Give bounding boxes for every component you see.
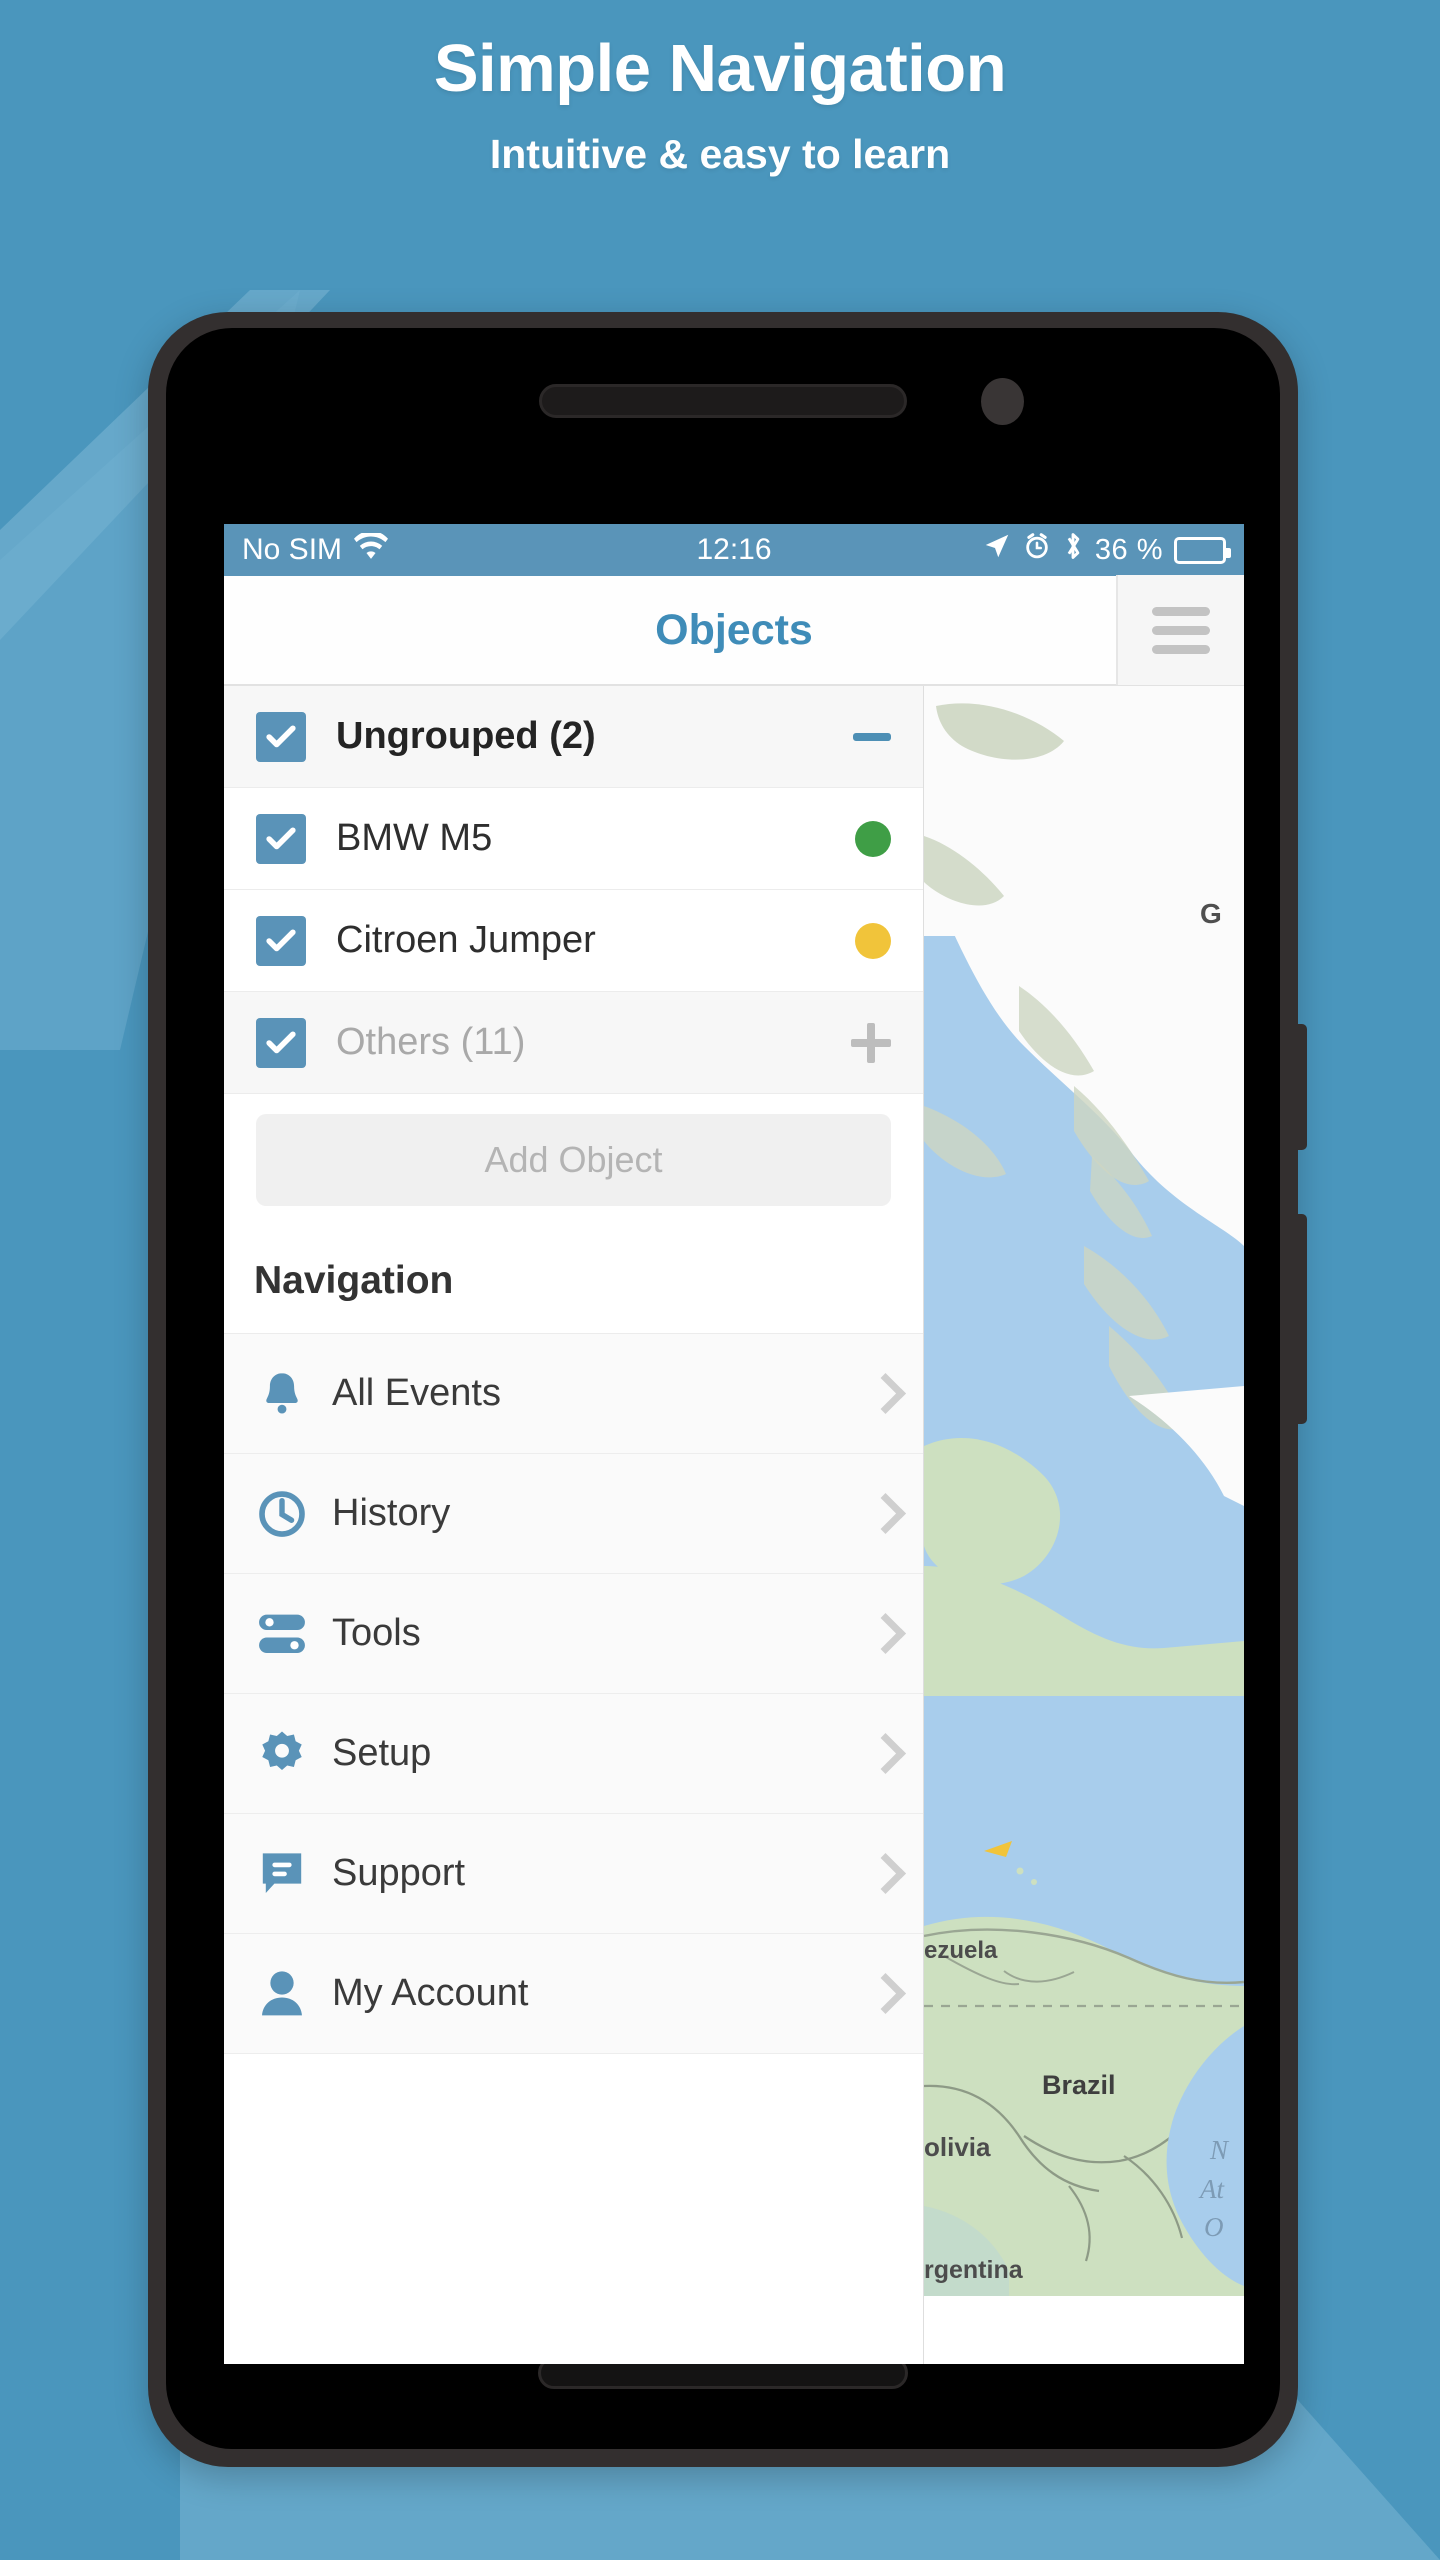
- map-bottom-filler: [924, 2296, 1244, 2364]
- object-label: BMW M5: [336, 817, 493, 859]
- chevron-right-icon: [871, 1735, 893, 1773]
- object-row-group-others[interactable]: Others (11): [224, 992, 923, 1094]
- object-row[interactable]: Citroen Jumper: [224, 890, 923, 992]
- bluetooth-icon: [1062, 531, 1084, 569]
- nav-item-label: All Events: [332, 1372, 501, 1414]
- map-label-venezuela: ezuela: [924, 1937, 998, 1964]
- nav-item-label: Support: [332, 1852, 466, 1894]
- add-object-button[interactable]: Add Object: [256, 1114, 891, 1206]
- volume-button[interactable]: [1296, 1214, 1307, 1424]
- location-arrow-icon: [982, 531, 1012, 569]
- nav-item-tools[interactable]: Tools: [224, 1574, 923, 1694]
- map-label-ocean-1: N: [1209, 2135, 1230, 2165]
- bell-icon: [254, 1366, 310, 1422]
- map-view[interactable]: G N At O ezuela Brazil olivia rgentina: [924, 686, 1244, 2296]
- map-label-argentina: rgentina: [924, 2256, 1024, 2284]
- status-dot-yellow: [855, 922, 891, 959]
- map-label-ocean-2: At: [1198, 2174, 1225, 2204]
- phone-mockup: 12:16 No SIM 36 % Objects G N At O ezuel…: [148, 312, 1307, 2467]
- map-label-bolivia: olivia: [924, 2132, 991, 2162]
- object-label: Ungrouped (2): [336, 715, 596, 757]
- nav-item-label: Setup: [332, 1732, 432, 1774]
- sliders-icon: [254, 1606, 310, 1662]
- map-label-brazil: Brazil: [1042, 2070, 1116, 2100]
- clock-icon: [254, 1486, 310, 1542]
- chevron-right-icon: [871, 1975, 893, 2013]
- nav-item-label: History: [332, 1492, 451, 1534]
- objects-panel: Ungrouped (2) BMW M5 Citroen Jumper Othe…: [224, 686, 924, 2364]
- nav-item-support[interactable]: Support: [224, 1814, 923, 1934]
- chevron-right-icon: [871, 1495, 893, 1533]
- power-button[interactable]: [1296, 1024, 1307, 1150]
- checkbox-checked-icon[interactable]: [256, 813, 306, 864]
- nav-item-label: Tools: [332, 1612, 421, 1654]
- object-label: Citroen Jumper: [336, 919, 596, 961]
- navigation-section-title: Navigation: [224, 1228, 923, 1334]
- promo-title: Simple Navigation: [433, 31, 1007, 106]
- map-label-greenland: G: [1200, 898, 1222, 929]
- nav-item-history[interactable]: History: [224, 1454, 923, 1574]
- map-label-ocean-3: O: [1204, 2212, 1224, 2242]
- checkbox-checked-icon[interactable]: [256, 915, 306, 966]
- checkbox-checked-icon[interactable]: [256, 1017, 306, 1068]
- battery-icon: [1174, 536, 1231, 564]
- nav-item-label: My Account: [332, 1972, 529, 2014]
- status-dot-green: [855, 820, 891, 857]
- person-icon: [254, 1966, 310, 2022]
- nav-item-all-events[interactable]: All Events: [224, 1334, 923, 1454]
- battery-percent-label: 36 %: [1094, 533, 1163, 566]
- collapse-minus-icon[interactable]: [853, 732, 891, 741]
- checkbox-checked-icon[interactable]: [256, 711, 306, 762]
- object-row[interactable]: BMW M5: [224, 788, 923, 890]
- object-row-group[interactable]: Ungrouped (2): [224, 686, 923, 788]
- app-screen: 12:16 No SIM 36 % Objects G N At O ezuel…: [224, 524, 1244, 2364]
- promo-subtitle: Intuitive & easy to learn: [489, 131, 951, 177]
- chat-icon: [254, 1846, 310, 1902]
- phone-screen-bezel: 12:16 No SIM 36 % Objects G N At O ezuel…: [166, 328, 1280, 2449]
- gear-icon: [254, 1726, 310, 1782]
- hamburger-menu-icon[interactable]: [1116, 575, 1244, 685]
- device-screen: 12:16 No SIM 36 % Objects G N At O ezuel…: [224, 328, 1244, 2373]
- app-bar: Objects: [224, 575, 1244, 686]
- alarm-clock-icon: [1023, 532, 1051, 568]
- chevron-right-icon: [871, 1855, 893, 1893]
- nav-item-setup[interactable]: Setup: [224, 1694, 923, 1814]
- chevron-right-icon: [871, 1375, 893, 1413]
- expand-plus-icon[interactable]: [851, 1022, 891, 1063]
- promo-header: Simple Navigation Intuitive & easy to le…: [0, 0, 1440, 178]
- nav-item-my-account[interactable]: My Account: [224, 1934, 923, 2054]
- add-object-wrap: Add Object: [224, 1094, 923, 1228]
- chevron-right-icon: [871, 1615, 893, 1653]
- status-bar: 12:16 No SIM 36 %: [224, 524, 1244, 576]
- page-title: Objects: [655, 605, 813, 654]
- object-label: Others (11): [336, 1021, 526, 1063]
